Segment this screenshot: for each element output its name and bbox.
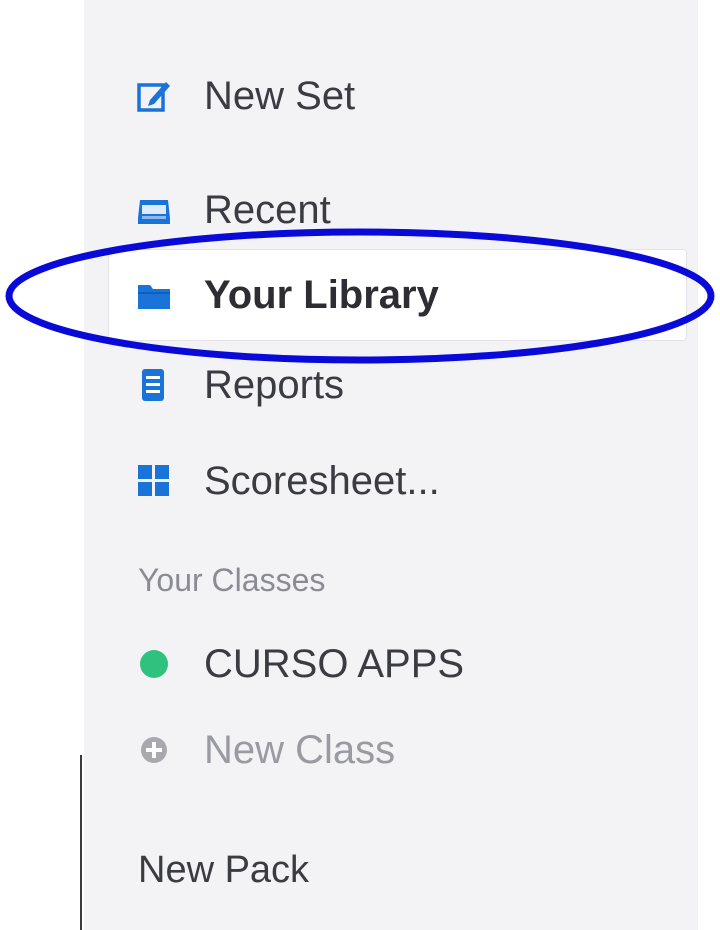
report-icon (136, 367, 172, 403)
sidebar-item-new-class[interactable]: New Class (136, 720, 395, 780)
page-background-left (0, 0, 78, 930)
folder-icon (136, 277, 172, 313)
grid-icon (136, 463, 172, 499)
left-border-line (80, 755, 82, 930)
class-color-dot-icon (136, 646, 172, 682)
sidebar-item-class-curso-apps[interactable]: CURSO APPS (136, 634, 464, 694)
sidebar-item-recent[interactable]: Recent (136, 180, 331, 240)
inbox-tray-icon (136, 192, 172, 228)
sidebar-item-label: Reports (204, 362, 345, 407)
sidebar-item-new-set[interactable]: New Set (136, 66, 355, 126)
sidebar-item-label: Recent (204, 187, 331, 232)
sidebar-item-label: Your Library (204, 272, 439, 317)
sidebar-item-scoresheet[interactable]: Scoresheet... (136, 451, 440, 511)
sidebar-item-label: Scoresheet... (204, 458, 440, 503)
classes-section-heading: Your Classes (138, 561, 326, 598)
sidebar-item-label: New Class (204, 727, 396, 772)
page-background-right (698, 0, 720, 930)
sidebar-item-label: CURSO APPS (204, 641, 465, 686)
sidebar-item-your-library[interactable]: Your Library (136, 265, 439, 325)
edit-square-icon (136, 78, 172, 114)
plus-circle-icon (136, 732, 172, 768)
sidebar-item-reports[interactable]: Reports (136, 355, 344, 415)
sidebar-item-label: New Set (204, 73, 356, 118)
sidebar-item-new-pack[interactable]: New Pack (138, 840, 309, 900)
